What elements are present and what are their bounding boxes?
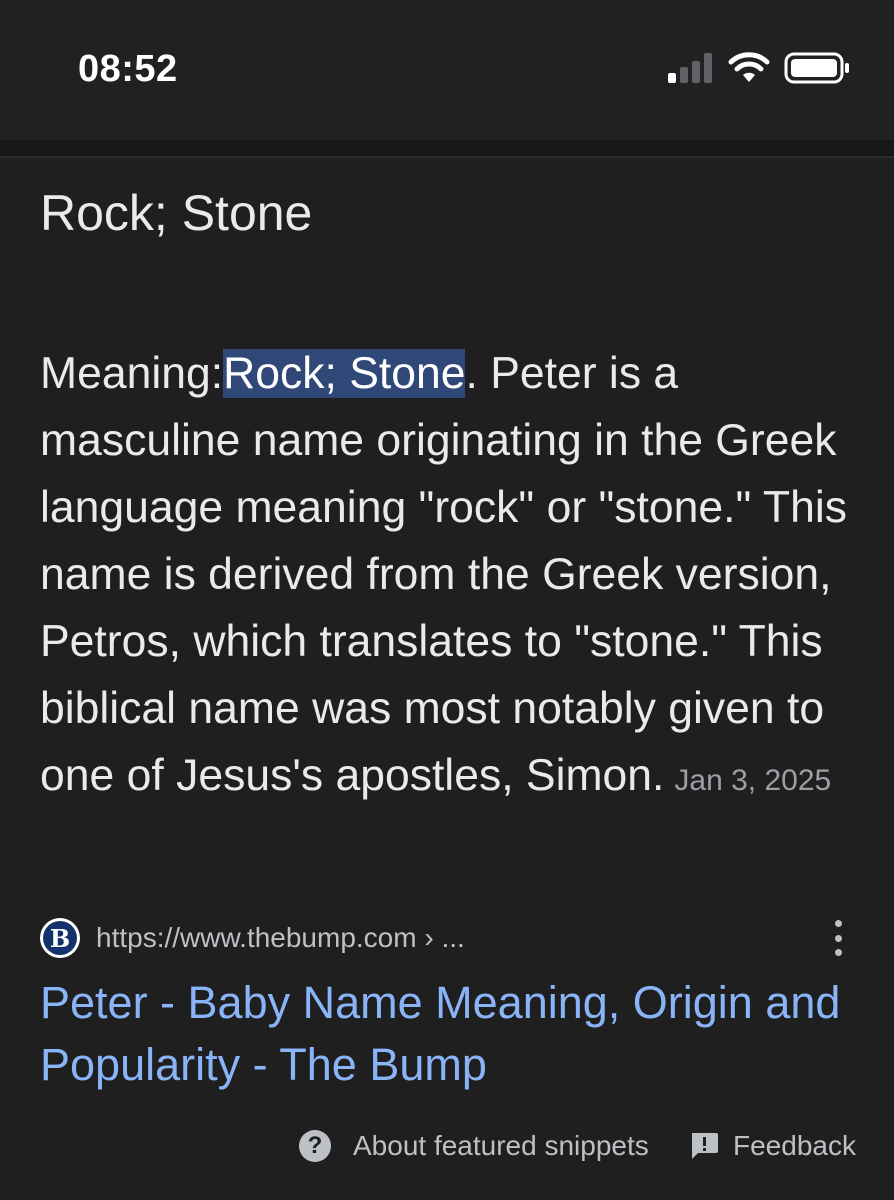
snippet-body: . Peter is a masculine name originating … xyxy=(40,349,847,800)
snippet-footer: ? About featured snippets Feedback xyxy=(0,1130,894,1170)
more-options-icon[interactable] xyxy=(828,920,848,956)
battery-icon xyxy=(784,52,850,89)
site-favicon-icon: B xyxy=(40,918,80,958)
status-icons xyxy=(668,52,850,89)
cellular-signal-icon xyxy=(668,53,714,88)
snippet-highlight: Rock; Stone xyxy=(223,349,466,398)
about-featured-snippets-link[interactable]: ? About featured snippets xyxy=(299,1130,649,1162)
feedback-link[interactable]: Feedback xyxy=(689,1130,856,1162)
feedback-icon xyxy=(689,1131,719,1161)
favicon-letter: B xyxy=(43,921,77,955)
featured-snippet-text: Meaning:Rock; Stone. Peter is a masculin… xyxy=(40,340,860,814)
snippet-lead: Meaning: xyxy=(40,349,224,398)
wifi-icon xyxy=(728,52,770,89)
featured-answer-title: Rock; Stone xyxy=(40,185,313,241)
source-url[interactable]: https://www.thebump.com › ... xyxy=(96,922,465,954)
snippet-date: Jan 3, 2025 xyxy=(674,764,832,797)
help-icon: ? xyxy=(299,1130,331,1162)
header-divider xyxy=(0,140,894,158)
result-title-link[interactable]: Peter - Baby Name Meaning, Origin and Po… xyxy=(40,972,860,1096)
status-time: 08:52 xyxy=(78,48,178,90)
source-row[interactable]: B https://www.thebump.com › ... xyxy=(40,916,854,960)
about-featured-snippets-label: About featured snippets xyxy=(353,1130,649,1161)
status-bar: 08:52 xyxy=(0,0,894,140)
feedback-label: Feedback xyxy=(733,1130,856,1161)
